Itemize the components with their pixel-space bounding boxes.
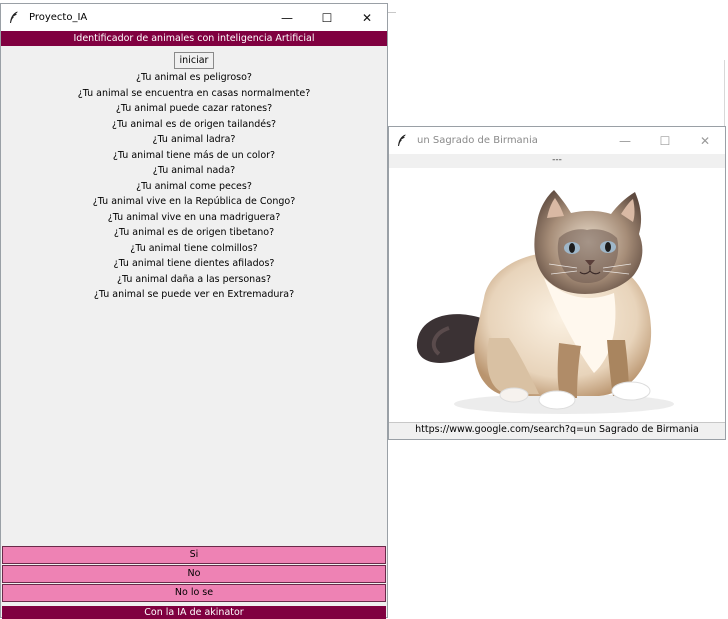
feather-icon (397, 134, 411, 147)
image-titlebar[interactable]: un Sagrado de Birmania — ☐ ✕ (389, 127, 725, 154)
question-item: ¿Tu animal es de origen tailandés? (111, 118, 277, 130)
yes-button[interactable]: Si (2, 546, 386, 564)
close-button[interactable]: ✕ (685, 127, 725, 154)
main-window-title: Proyecto_IA (29, 12, 88, 23)
maximize-button[interactable]: ☐ (307, 4, 347, 31)
minimize-button[interactable]: — (267, 4, 307, 31)
question-item: ¿Tu animal come peces? (136, 180, 252, 192)
maximize-button[interactable]: ☐ (645, 127, 685, 154)
no-button[interactable]: No (2, 565, 386, 583)
question-item: ¿Tu animal puede cazar ratones? (115, 103, 273, 114)
question-item: ¿Tu animal ladra? (152, 134, 236, 145)
dont-know-button[interactable]: No lo se (2, 584, 386, 602)
image-window-title: un Sagrado de Birmania (417, 135, 538, 146)
background-artifact (388, 12, 396, 13)
answer-buttons: Si No No lo se (2, 546, 386, 603)
close-button[interactable]: ✕ (347, 4, 387, 31)
question-item: ¿Tu animal tiene colmillos? (130, 242, 258, 254)
app-header: Identificador de animales con inteligenc… (1, 31, 387, 46)
question-list: ¿Tu animal es peligroso? ¿Tu animal se e… (1, 70, 387, 303)
main-titlebar[interactable]: Proyecto_IA — ☐ ✕ (1, 4, 387, 31)
image-source-url[interactable]: https://www.google.com/search?q=un Sagra… (389, 422, 725, 437)
animal-image (389, 168, 725, 422)
feather-icon (9, 11, 23, 24)
question-item: ¿Tu animal nada? (152, 165, 236, 176)
start-button[interactable]: iniciar (173, 52, 215, 69)
question-item: ¿Tu animal vive en la República de Congo… (92, 196, 296, 207)
footer-credit: Con la IA de akinator (2, 606, 386, 619)
question-item: ¿Tu animal tiene más de un color? (112, 149, 276, 161)
cat-photo (416, 190, 674, 414)
question-item: ¿Tu animal daña a las personas? (116, 273, 272, 285)
question-item: ¿Tu animal vive en una madriguera? (107, 211, 281, 223)
image-window: un Sagrado de Birmania — ☐ ✕ --- https:/… (388, 126, 726, 440)
question-item: ¿Tu animal se puede ver en Extremadura? (93, 289, 295, 300)
question-item: ¿Tu animal es de origen tibetano? (113, 227, 275, 238)
question-item: ¿Tu animal tiene dientes afilados? (113, 258, 275, 269)
main-window: Proyecto_IA — ☐ ✕ Identificador de anima… (0, 3, 388, 619)
question-item: ¿Tu animal es peligroso? (136, 72, 252, 83)
image-status-text: --- (389, 154, 725, 168)
question-item: ¿Tu animal se encuentra en casas normalm… (77, 87, 311, 99)
minimize-button[interactable]: — (605, 127, 645, 154)
